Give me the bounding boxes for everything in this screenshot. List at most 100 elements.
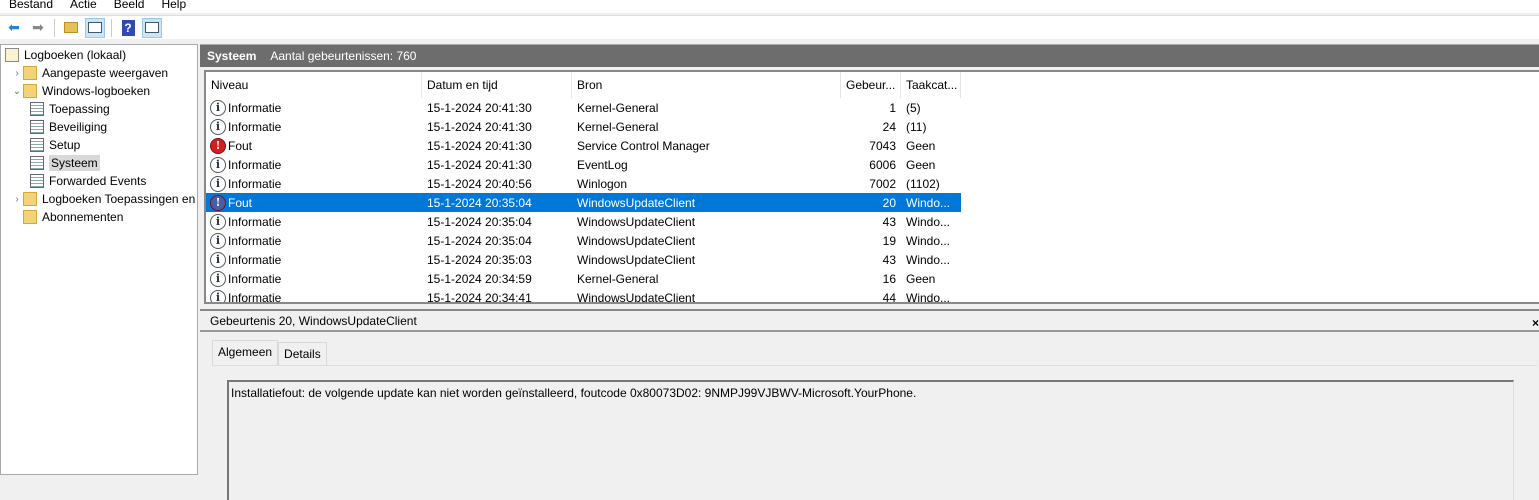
- menu-beeld[interactable]: Beeld: [105, 0, 153, 13]
- tab-details[interactable]: Details: [278, 342, 327, 366]
- tree-item-label: Logboeken (lokaal): [24, 48, 127, 62]
- source: Kernel-General: [577, 100, 659, 115]
- event-log-icon: [30, 120, 44, 134]
- show-hide-console-tree-icon[interactable]: [85, 17, 105, 38]
- tree-item[interactable]: Abonnementen: [11, 208, 123, 226]
- source: WindowsUpdateClient: [577, 290, 696, 304]
- tree-item[interactable]: ⌄ Windows-logboeken: [11, 82, 150, 100]
- menu-help[interactable]: Help: [152, 0, 194, 13]
- task-category: (1102): [906, 176, 940, 191]
- help-icon[interactable]: ?: [118, 18, 138, 38]
- tree-item[interactable]: Setup: [30, 136, 80, 154]
- detail-tabs: Algemeen Details: [212, 340, 327, 366]
- table-row[interactable]: i Informatie 15-1-2024 20:41:30 Kernel-Ge…: [206, 98, 961, 117]
- source: Service Control Manager: [577, 138, 710, 153]
- date-time: 15-1-2024 20:41:30: [427, 100, 532, 115]
- chevron-right-icon[interactable]: ›: [11, 194, 23, 205]
- info-icon: i: [210, 175, 226, 192]
- source: Winlogon: [577, 176, 628, 191]
- tree-item[interactable]: Beveiliging: [30, 118, 107, 136]
- menu-bestand[interactable]: Bestand: [0, 0, 61, 13]
- tree-item-label: Toepassing: [49, 102, 110, 116]
- source: Kernel-General: [577, 119, 659, 134]
- task-category: (11): [906, 119, 927, 134]
- date-time: 15-1-2024 20:41:30: [427, 138, 532, 153]
- date-time: 15-1-2024 20:35:03: [427, 252, 532, 267]
- table-row[interactable]: i Informatie 15-1-2024 20:34:59 Kernel-Ge…: [206, 269, 961, 288]
- chevron-down-icon[interactable]: ⌄: [11, 86, 23, 97]
- event-log-icon: [30, 156, 44, 170]
- table-row[interactable]: i Informatie 15-1-2024 20:35:04 WindowsUp…: [206, 231, 961, 250]
- source: WindowsUpdateClient: [577, 214, 696, 229]
- tab-algemeen[interactable]: Algemeen: [212, 340, 279, 366]
- level: Informatie: [228, 176, 282, 191]
- info-icon: i: [210, 156, 226, 173]
- task-category: Windo...: [906, 214, 951, 229]
- source: WindowsUpdateClient: [577, 233, 696, 248]
- menu-bar: Bestand Actie Beeld Help: [0, 0, 1539, 13]
- column-header-niveau[interactable]: Niveau: [206, 72, 422, 98]
- source: Kernel-General: [577, 271, 659, 286]
- table-row[interactable]: i Informatie 15-1-2024 20:35:03 WindowsUp…: [206, 250, 961, 269]
- tree-item-label: Abonnementen: [42, 210, 124, 224]
- task-category: Windo...: [906, 195, 951, 210]
- table-row[interactable]: i Informatie 15-1-2024 20:40:56 Winlogon …: [206, 174, 961, 193]
- tree-item-label: Aangepaste weergaven: [42, 66, 169, 80]
- event-id: 43: [882, 252, 896, 267]
- date-time: 15-1-2024 20:41:30: [427, 157, 532, 172]
- tree-item-label: Setup: [49, 138, 81, 152]
- folder-icon: [5, 48, 19, 62]
- table-row[interactable]: i Informatie 15-1-2024 20:41:30 EventLog …: [206, 155, 961, 174]
- tree-item[interactable]: Forwarded Events: [30, 172, 146, 190]
- toolbar-separator: [54, 18, 55, 37]
- forward-arrow-icon[interactable]: ➡: [28, 18, 48, 38]
- tree-item[interactable]: › Logboeken Toepassingen en: [11, 190, 195, 208]
- table-row[interactable]: i Informatie 15-1-2024 20:41:30 Kernel-Ge…: [206, 117, 961, 136]
- tree-item[interactable]: › Aangepaste weergaven: [11, 64, 168, 82]
- event-count: Aantal gebeurtenissen: 760: [270, 49, 417, 63]
- level: Informatie: [228, 233, 282, 248]
- column-header-taakcategorie[interactable]: Taakcat...: [901, 72, 961, 98]
- error-icon: !: [210, 137, 226, 154]
- table-row[interactable]: ! Fout 15-1-2024 20:41:30 Service Control…: [206, 136, 961, 155]
- column-header-bron[interactable]: Bron: [572, 72, 841, 98]
- toolbar: ⬅ ➡ ?: [0, 15, 1539, 39]
- table-row[interactable]: i Informatie 15-1-2024 20:34:41 WindowsUp…: [206, 288, 961, 304]
- level: Informatie: [228, 252, 282, 267]
- level: Informatie: [228, 119, 282, 134]
- task-category: Windo...: [906, 290, 951, 304]
- date-time: 15-1-2024 20:35:04: [427, 233, 532, 248]
- table-row[interactable]: ! Fout 15-1-2024 20:35:04 WindowsUpdateCl…: [206, 193, 961, 212]
- table-row[interactable]: i Informatie 15-1-2024 20:35:04 WindowsUp…: [206, 212, 961, 231]
- tree-item-label: Beveiliging: [49, 120, 108, 134]
- main-pane: Systeem Aantal gebeurtenissen: 760 Nivea…: [200, 44, 1539, 500]
- column-header-datum[interactable]: Datum en tijd: [422, 72, 572, 98]
- level: Informatie: [228, 271, 282, 286]
- error-icon: !: [210, 194, 226, 211]
- tree-item[interactable]: Systeem: [30, 154, 100, 172]
- tree-item[interactable]: Toepassing: [30, 100, 110, 118]
- back-arrow-icon[interactable]: ⬅: [4, 18, 24, 38]
- tree-item[interactable]: Logboeken (lokaal): [5, 46, 126, 64]
- level: Informatie: [228, 157, 282, 172]
- up-folder-icon[interactable]: [61, 18, 81, 38]
- info-icon: i: [210, 289, 226, 302]
- close-icon[interactable]: ×: [1532, 313, 1539, 334]
- event-list[interactable]: Niveau Datum en tijd Bron Gebeur... Taak…: [204, 70, 1539, 304]
- log-header: Systeem Aantal gebeurtenissen: 760: [200, 44, 1539, 67]
- event-message-box[interactable]: Installatiefout: de volgende update kan …: [227, 380, 1514, 500]
- source: WindowsUpdateClient: [577, 195, 696, 210]
- log-title: Systeem: [207, 49, 257, 63]
- info-icon: i: [210, 118, 226, 135]
- date-time: 15-1-2024 20:34:59: [427, 271, 532, 286]
- event-id: 20: [882, 195, 896, 210]
- tab-divider: [212, 365, 1537, 366]
- chevron-right-icon[interactable]: ›: [11, 68, 23, 79]
- column-header-gebeurtenis-id[interactable]: Gebeur...: [841, 72, 901, 98]
- info-icon: i: [210, 251, 226, 268]
- menu-actie[interactable]: Actie: [61, 0, 105, 13]
- event-message: Installatiefout: de volgende update kan …: [231, 386, 917, 400]
- level: Fout: [228, 195, 253, 210]
- show-hide-action-pane-icon[interactable]: [142, 17, 162, 38]
- task-category: Geen: [906, 271, 936, 286]
